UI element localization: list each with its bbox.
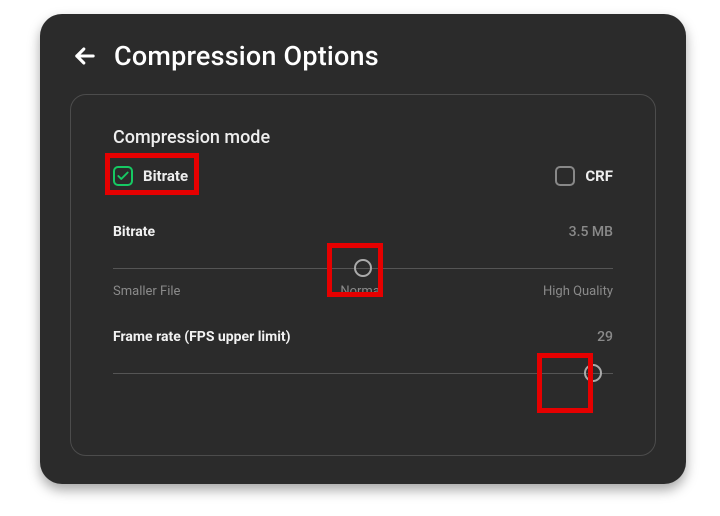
compression-mode-label: Compression mode	[113, 127, 613, 148]
fps-slider-thumb[interactable]	[584, 364, 602, 382]
bitrate-slider-thumb[interactable]	[354, 259, 372, 277]
tick-normal: Normal	[340, 284, 383, 299]
mode-option-crf[interactable]: CRF	[555, 166, 613, 186]
slider-track	[113, 373, 613, 374]
mode-bitrate-label: Bitrate	[143, 167, 188, 185]
compression-options-panel: Compression Options Compression mode Bit…	[40, 14, 686, 484]
mode-option-bitrate[interactable]: Bitrate	[113, 166, 188, 186]
options-card: Compression mode Bitrate CRF Bitrate 3.5…	[70, 94, 656, 456]
compression-mode-row: Bitrate CRF	[113, 166, 613, 186]
bitrate-slider[interactable]	[113, 258, 613, 278]
fps-slider-block: Frame rate (FPS upper limit) 29	[113, 329, 613, 383]
header: Compression Options	[70, 40, 656, 72]
bitrate-slider-name: Bitrate	[113, 224, 155, 240]
checkbox-checked-icon	[113, 166, 133, 186]
arrow-left-icon	[71, 42, 99, 70]
back-button[interactable]	[70, 41, 100, 71]
bitrate-slider-block: Bitrate 3.5 MB Smaller File Normal High …	[113, 224, 613, 299]
fps-slider-name: Frame rate (FPS upper limit)	[113, 329, 291, 345]
mode-crf-label: CRF	[585, 167, 613, 185]
fps-slider[interactable]	[113, 363, 613, 383]
tick-high-quality: High Quality	[543, 284, 613, 299]
fps-slider-value: 29	[597, 329, 613, 345]
bitrate-slider-ticks: Smaller File Normal High Quality	[113, 284, 613, 299]
bitrate-slider-value: 3.5 MB	[569, 224, 613, 240]
checkbox-unchecked-icon	[555, 166, 575, 186]
page-title: Compression Options	[114, 40, 379, 72]
tick-smaller-file: Smaller File	[113, 284, 180, 299]
